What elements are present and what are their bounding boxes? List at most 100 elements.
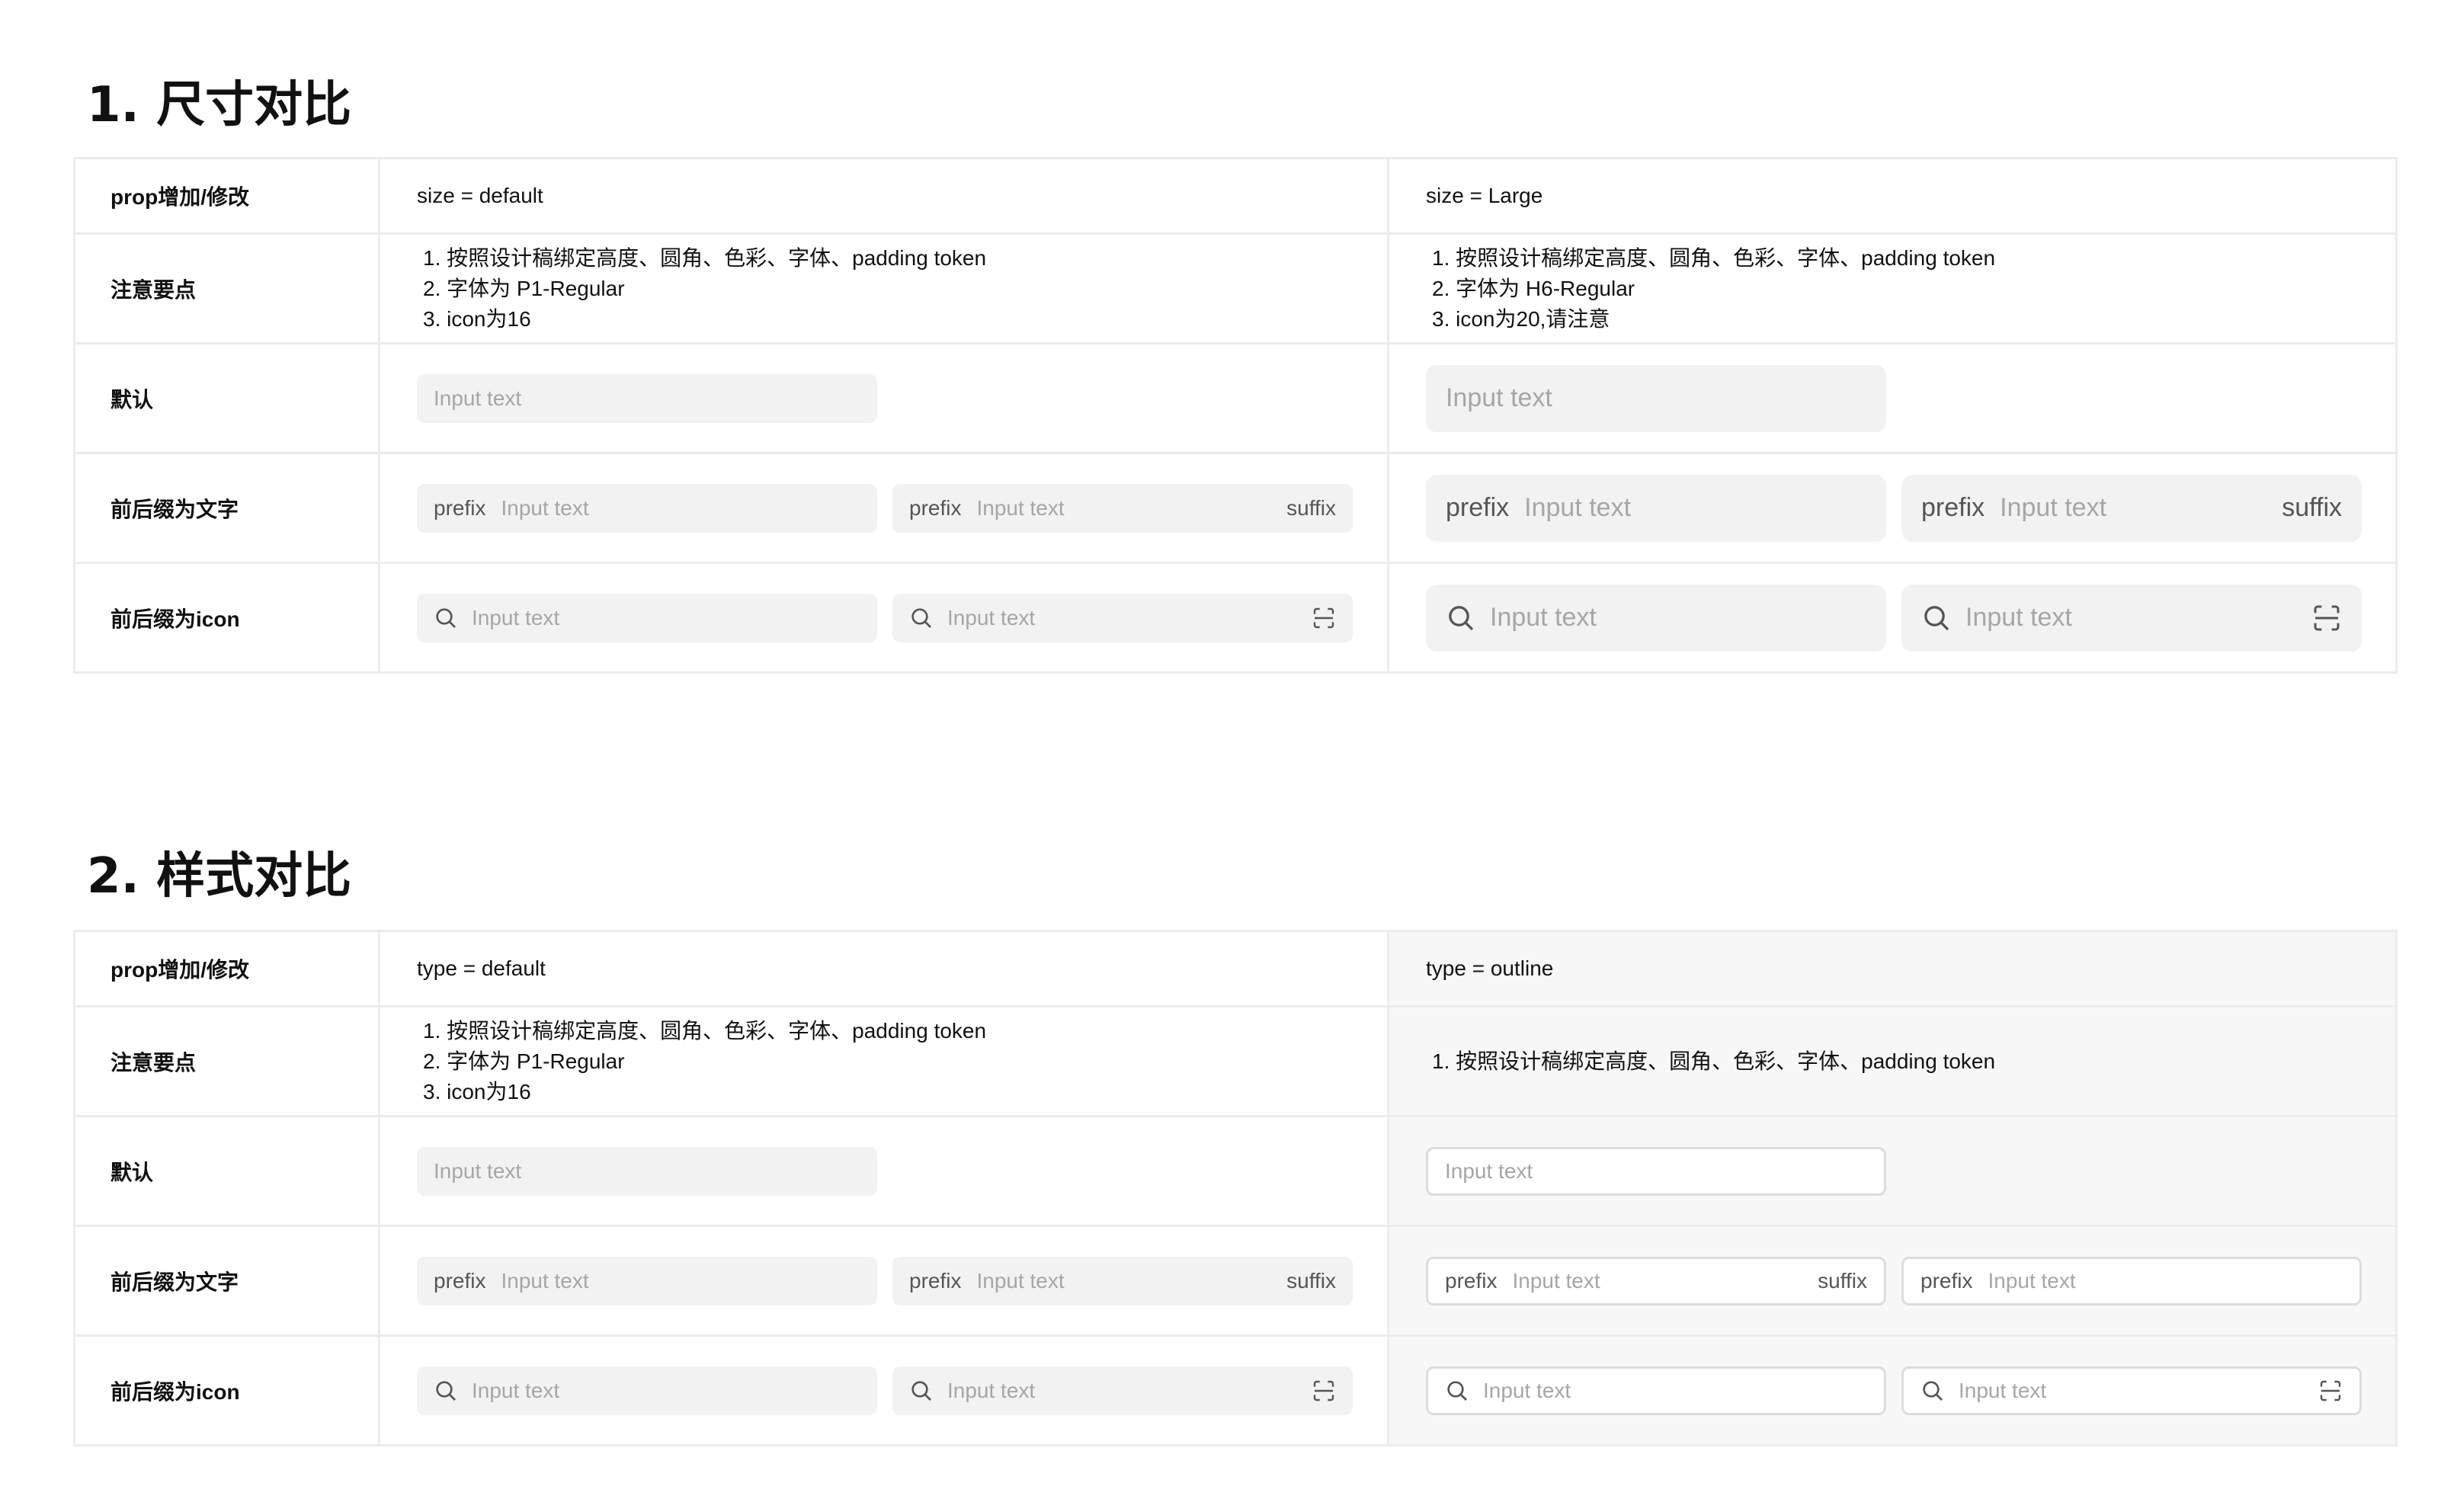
text-affix-cell-large: prefix Input text prefix Input text suff…	[1389, 454, 2395, 562]
note-item: icon为16	[417, 304, 986, 335]
prefix-text: prefix	[434, 1268, 486, 1293]
icon-affix-cell-large: Input text Input text	[1389, 564, 2395, 671]
search-icon	[1445, 1379, 1469, 1403]
placeholder: Input text	[1483, 1378, 1571, 1402]
search-icon	[434, 606, 458, 630]
style-comparison-table: prop增加/修改 type = default type = outline …	[73, 930, 2398, 1446]
prefix-suffix-input-large[interactable]: prefix Input text suffix	[1901, 474, 2362, 542]
header-size-large: size = Large	[1426, 184, 1543, 207]
icon-affix-cell: Input text Input text	[380, 564, 1389, 671]
section-title-size: 1. 尺寸对比	[87, 77, 352, 133]
header-type-default: type = default	[380, 932, 1389, 1005]
prefix-input[interactable]: prefix Input text	[417, 483, 877, 533]
search-input-large[interactable]: Input text	[1426, 584, 1886, 652]
search-scan-input-large[interactable]: Input text	[1901, 584, 2362, 652]
notes-row: 注意要点 按照设计稿绑定高度、圆角、色彩、字体、padding token 字体…	[75, 1005, 2395, 1115]
placeholder: Input text	[1524, 493, 1632, 522]
row-label-notes: 注意要点	[75, 235, 380, 342]
placeholder: Input text	[976, 495, 1065, 520]
row-label-default: 默认	[75, 344, 380, 452]
header-label: prop增加/修改	[75, 159, 380, 232]
size-comparison-table: prop增加/修改 size = default size = Large 注意…	[73, 157, 2398, 674]
icon-affix-cell-outline: Input text Input text	[1389, 1337, 2395, 1444]
search-icon	[434, 1379, 458, 1403]
prefix-text: prefix	[1921, 493, 1985, 522]
placeholder: Input text	[2000, 493, 2107, 522]
table-header-row: prop增加/修改 size = default size = Large	[75, 159, 2395, 232]
suffix-text: suffix	[1286, 495, 1336, 520]
row-label-text-affix: 前后缀为文字	[75, 1227, 380, 1334]
scan-icon[interactable]	[2311, 603, 2342, 633]
note-item: 字体为 P1-Regular	[417, 274, 986, 304]
placeholder: Input text	[434, 1158, 522, 1183]
search-input[interactable]: Input text	[417, 593, 877, 642]
search-scan-input[interactable]: Input text	[892, 593, 1353, 642]
row-label-default: 默认	[75, 1117, 380, 1225]
default-cell: Input text	[380, 1117, 1389, 1225]
row-label-icon-affix: 前后缀为icon	[75, 564, 380, 671]
note-item: 按照设计稿绑定高度、圆角、色彩、字体、padding token	[417, 243, 986, 274]
note-item: 字体为 H6-Regular	[1426, 274, 1995, 304]
icon-affix-row: 前后缀为icon Input text Input text Input tex…	[75, 1334, 2395, 1444]
prefix-suffix-input[interactable]: prefix Input text suffix	[892, 483, 1353, 533]
scan-icon[interactable]	[1312, 606, 1336, 630]
suffix-text: suffix	[2282, 493, 2342, 522]
placeholder: Input text	[501, 1268, 589, 1293]
placeholder: Input text	[976, 1268, 1065, 1293]
text-input-large[interactable]: Input text	[1426, 364, 1886, 432]
placeholder: Input text	[947, 1378, 1036, 1402]
search-input[interactable]: Input text	[417, 1366, 877, 1415]
scan-icon[interactable]	[1312, 1379, 1336, 1403]
text-input[interactable]: Input text	[417, 1146, 877, 1196]
table-header-row: prop增加/修改 type = default type = outline	[75, 932, 2395, 1005]
row-label-notes: 注意要点	[75, 1007, 380, 1115]
prefix-suffix-input[interactable]: prefix Input text suffix	[892, 1256, 1353, 1305]
search-icon	[1920, 1379, 1945, 1403]
notes-list: 按照设计稿绑定高度、圆角、色彩、字体、padding token 字体为 P1-…	[417, 1016, 986, 1107]
row-label-icon-affix: 前后缀为icon	[75, 1337, 380, 1444]
notes-cell-default: 按照设计稿绑定高度、圆角、色彩、字体、padding token 字体为 P1-…	[380, 235, 1389, 342]
text-input-outline[interactable]: Input text	[1426, 1146, 1886, 1196]
search-icon	[909, 1379, 934, 1403]
search-scan-input[interactable]: Input text	[892, 1366, 1353, 1415]
text-input[interactable]: Input text	[417, 373, 877, 423]
notes-list: 按照设计稿绑定高度、圆角、色彩、字体、padding token 字体为 H6-…	[1426, 243, 1995, 335]
suffix-text: suffix	[1286, 1268, 1336, 1293]
note-item: 按照设计稿绑定高度、圆角、色彩、字体、padding token	[1426, 243, 1995, 274]
text-affix-row: 前后缀为文字 prefix Input text prefix Input te…	[75, 452, 2395, 562]
text-affix-row: 前后缀为文字 prefix Input text prefix Input te…	[75, 1225, 2395, 1334]
prefix-text: prefix	[1920, 1268, 1973, 1293]
section-title-style: 2. 样式对比	[87, 848, 352, 905]
note-item: icon为20,请注意	[1426, 304, 1995, 335]
notes-list: 按照设计稿绑定高度、圆角、色彩、字体、padding token 字体为 P1-…	[417, 243, 986, 335]
search-scan-input-outline[interactable]: Input text	[1901, 1366, 2362, 1415]
icon-affix-cell: Input text Input text	[380, 1337, 1389, 1444]
placeholder: Input text	[1988, 1268, 2076, 1293]
placeholder: Input text	[1445, 1158, 1533, 1183]
search-icon	[1446, 603, 1476, 633]
notes-list: 按照设计稿绑定高度、圆角、色彩、字体、padding token	[1426, 1046, 1995, 1077]
placeholder: Input text	[1965, 603, 2072, 632]
scan-icon[interactable]	[2318, 1379, 2343, 1403]
placeholder: Input text	[1446, 383, 1552, 412]
note-item: 字体为 P1-Regular	[417, 1046, 986, 1077]
prefix-suffix-input-outline[interactable]: prefix Input text suffix	[1426, 1256, 1886, 1305]
default-row: 默认 Input text Input text	[75, 342, 2395, 452]
notes-cell-outline: 按照设计稿绑定高度、圆角、色彩、字体、padding token	[1389, 1007, 2395, 1115]
placeholder: Input text	[1512, 1268, 1600, 1293]
search-icon	[1921, 603, 1952, 633]
header-type-outline: type = outline	[1389, 932, 2395, 1005]
placeholder: Input text	[1959, 1378, 2047, 1402]
prefix-input-outline[interactable]: prefix Input text	[1901, 1256, 2362, 1305]
prefix-text: prefix	[1445, 1268, 1498, 1293]
prefix-text: prefix	[434, 495, 486, 520]
default-row: 默认 Input text Input text	[75, 1115, 2395, 1225]
prefix-text: prefix	[1446, 493, 1510, 522]
prefix-text: prefix	[909, 495, 962, 520]
placeholder: Input text	[472, 1378, 560, 1402]
prefix-input-large[interactable]: prefix Input text	[1426, 474, 1886, 542]
prefix-text: prefix	[909, 1268, 962, 1293]
search-input-outline[interactable]: Input text	[1426, 1366, 1886, 1415]
prefix-input[interactable]: prefix Input text	[417, 1256, 877, 1305]
suffix-text: suffix	[1818, 1268, 1867, 1293]
